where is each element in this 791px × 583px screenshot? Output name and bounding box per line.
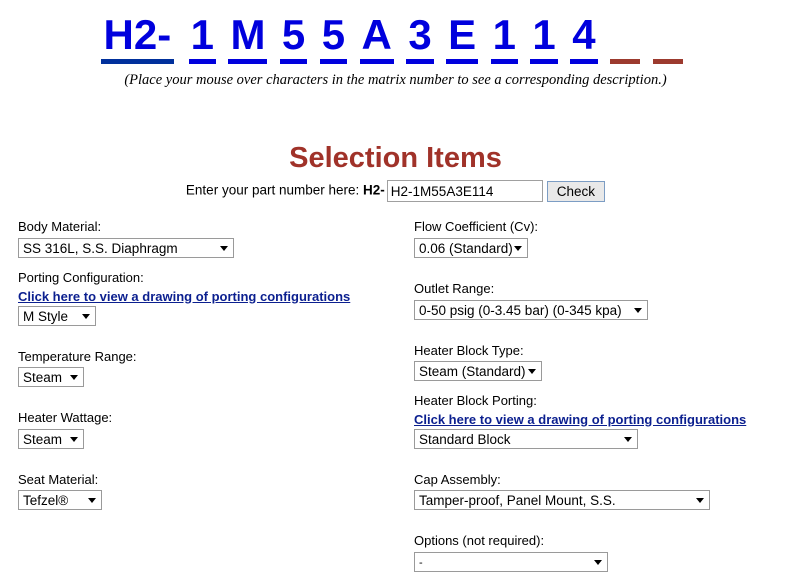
chevron-down-icon <box>528 369 536 375</box>
left-column: Body Material: SS 316L, S.S. Diaphragm P… <box>18 218 398 521</box>
label-options: Options (not required): <box>414 533 545 549</box>
matrix-number-header: H2- 1 M 5 5 A 3 E 1 1 4 _ _ (Place your … <box>0 0 791 89</box>
label-heater-wattage: Heater Wattage: <box>18 410 113 426</box>
chevron-down-icon <box>70 375 78 381</box>
label-cap-assembly: Cap Assembly: <box>414 471 501 487</box>
label-heater-block-porting: Heater Block Porting: <box>414 393 537 409</box>
chevron-down-icon <box>70 436 78 442</box>
partnumber-entry-row: Enter your part number here: H2- Check <box>0 180 791 203</box>
link-porting-drawing[interactable]: Click here to view a drawing of porting … <box>18 289 398 304</box>
field-heater-wattage: Heater Wattage: Steam <box>18 409 398 449</box>
chevron-down-icon <box>220 245 228 251</box>
chevron-down-icon <box>594 559 602 565</box>
matrix-cell-prefix[interactable]: H2- <box>100 14 175 64</box>
right-column: Flow Coefficient (Cv): 0.06 (Standard) O… <box>414 218 784 582</box>
field-flow-coefficient: Flow Coefficient (Cv): 0.06 (Standard) <box>414 218 784 258</box>
field-seat-material: Seat Material: Tefzel® <box>18 471 398 511</box>
select-cap-assembly[interactable]: Tamper-proof, Panel Mount, S.S. <box>414 490 710 511</box>
matrix-cell-empty-2[interactable]: _ <box>652 14 683 64</box>
matrix-cell-5[interactable]: A <box>359 14 394 64</box>
label-heater-block-type: Heater Block Type: <box>414 342 524 358</box>
field-options: Options (not required): - <box>414 532 784 572</box>
matrix-cell-10[interactable]: 4 <box>570 14 598 64</box>
matrix-cell-2[interactable]: M <box>228 14 268 64</box>
field-outlet-range: Outlet Range: 0-50 psig (0-3.45 bar) (0-… <box>414 280 784 320</box>
page-title: Selection Items <box>289 142 502 174</box>
label-flow-coefficient: Flow Coefficient (Cv): <box>414 219 539 235</box>
matrix-cell-6[interactable]: 3 <box>406 14 434 64</box>
partnumber-input[interactable] <box>386 180 543 203</box>
link-heater-block-porting-drawing[interactable]: Click here to view a drawing of porting … <box>414 412 784 427</box>
label-porting-configuration: Porting Configuration: <box>18 269 144 285</box>
select-heater-wattage-value: Steam <box>23 431 63 447</box>
select-options-value: - <box>419 556 423 569</box>
select-porting-configuration[interactable]: M Style <box>18 305 96 326</box>
select-outlet-range-value: 0-50 psig (0-3.45 bar) (0-345 kpa) <box>419 302 622 318</box>
label-temperature-range: Temperature Range: <box>18 348 137 364</box>
select-temperature-range-value: Steam <box>23 370 63 386</box>
field-body-material: Body Material: SS 316L, S.S. Diaphragm <box>18 218 398 258</box>
select-body-material-value: SS 316L, S.S. Diaphragm <box>23 240 178 256</box>
select-seat-material-value: Tefzel® <box>23 493 69 509</box>
matrix-cell-3[interactable]: 5 <box>279 14 308 64</box>
select-cap-assembly-value: Tamper-proof, Panel Mount, S.S. <box>419 493 616 509</box>
matrix-cell-8[interactable]: 1 <box>490 14 518 64</box>
select-seat-material[interactable]: Tefzel® <box>18 490 102 511</box>
partnumber-label: Enter your part number here: <box>185 183 360 198</box>
matrix-hint-text: (Place your mouse over characters in the… <box>124 72 667 88</box>
matrix-cell-1[interactable]: 1 <box>188 14 216 64</box>
select-heater-block-type-value: Steam (Standard) <box>419 364 526 380</box>
select-options[interactable]: - <box>414 551 608 572</box>
select-heater-block-porting-value: Standard Block <box>419 431 511 447</box>
chevron-down-icon <box>514 245 522 251</box>
field-heater-block-porting: Heater Block Porting: Click here to view… <box>414 392 784 449</box>
field-cap-assembly: Cap Assembly: Tamper-proof, Panel Mount,… <box>414 471 784 511</box>
select-heater-block-porting[interactable]: Standard Block <box>414 428 638 449</box>
chevron-down-icon <box>624 436 632 442</box>
select-temperature-range[interactable]: Steam <box>18 367 84 388</box>
label-outlet-range: Outlet Range: <box>414 280 495 296</box>
check-button[interactable]: Check <box>546 180 606 202</box>
select-flow-coefficient[interactable]: 0.06 (Standard) <box>414 237 528 258</box>
select-porting-configuration-value: M Style <box>23 308 69 324</box>
matrix-number-row: H2- 1 M 5 5 A 3 E 1 1 4 _ _ <box>100 14 691 64</box>
select-flow-coefficient-value: 0.06 (Standard) <box>419 240 513 256</box>
select-heater-block-type[interactable]: Steam (Standard) <box>414 361 542 382</box>
field-temperature-range: Temperature Range: Steam <box>18 348 398 388</box>
field-porting-configuration: Porting Configuration: Click here to vie… <box>18 269 398 326</box>
matrix-cell-4[interactable]: 5 <box>319 14 348 64</box>
matrix-cell-empty-1[interactable]: _ <box>610 14 641 64</box>
chevron-down-icon <box>88 498 96 504</box>
select-outlet-range[interactable]: 0-50 psig (0-3.45 bar) (0-345 kpa) <box>414 299 648 320</box>
chevron-down-icon <box>696 498 704 504</box>
select-body-material[interactable]: SS 316L, S.S. Diaphragm <box>18 237 234 258</box>
partnumber-prefix: H2- <box>363 183 385 198</box>
matrix-cell-7[interactable]: E <box>446 14 479 64</box>
field-heater-block-type: Heater Block Type: Steam (Standard) <box>414 342 784 382</box>
select-heater-wattage[interactable]: Steam <box>18 428 84 449</box>
chevron-down-icon <box>82 313 90 319</box>
matrix-cell-9[interactable]: 1 <box>530 14 558 64</box>
chevron-down-icon <box>634 307 642 313</box>
label-body-material: Body Material: <box>18 219 102 235</box>
label-seat-material: Seat Material: <box>18 471 99 487</box>
